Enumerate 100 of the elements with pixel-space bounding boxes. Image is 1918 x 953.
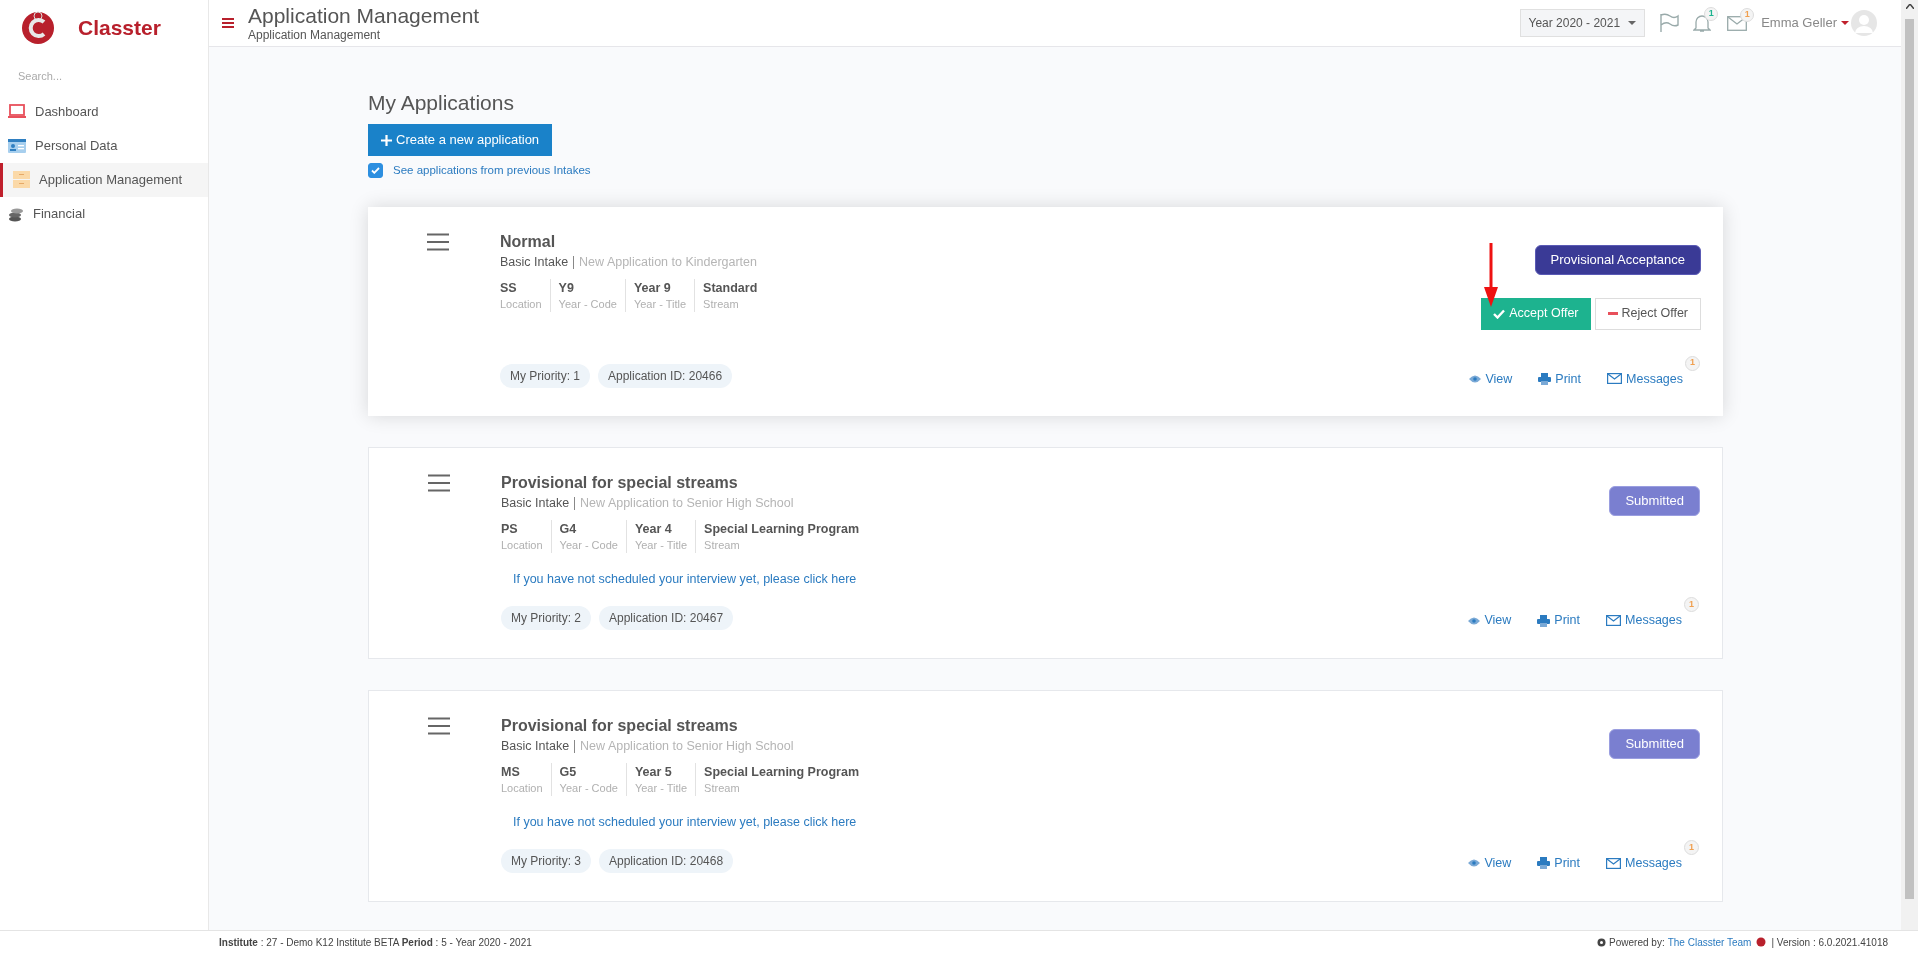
pointer-arrow — [1484, 243, 1498, 307]
search-field[interactable]: Search... — [18, 68, 188, 85]
breadcrumb: Application Management — [248, 28, 382, 42]
field-value: Special Learning Program — [704, 521, 859, 539]
application-title: Normal — [500, 232, 557, 253]
print-link[interactable]: Print — [1538, 369, 1581, 389]
create-application-button[interactable]: Create a new application — [368, 124, 553, 156]
field-value: Special Learning Program — [704, 764, 859, 781]
interview-link[interactable]: If you have not scheduled your interview yet, please click here — [513, 813, 1469, 832]
messages-count-badge: 1 — [1684, 840, 1699, 855]
field-value: G4 — [559, 521, 578, 539]
accept-offer-button[interactable]: Accept Offer — [1481, 297, 1591, 330]
check-icon — [371, 167, 380, 175]
field-label: Stream — [704, 781, 741, 796]
minus-icon — [1607, 312, 1618, 316]
status-badge: Submitted — [1609, 486, 1700, 516]
field-value: PS — [501, 521, 519, 539]
view-link[interactable]: View — [1468, 854, 1512, 873]
field-value: Year 4 — [634, 521, 673, 539]
interview-link[interactable]: If you have not scheduled your interview yet, please click here — [513, 570, 1469, 589]
application-description: New Application to Senior High School — [580, 495, 794, 513]
version-text: | Version : 6.0.2021.41018 — [1771, 935, 1888, 950]
field-label: Year - Code — [559, 781, 618, 796]
field-label: Location — [501, 538, 543, 554]
institute-info: Institute : 27 - Demo K12 Institute BETA Period : 5 - Year 2020 - 2021 — [219, 935, 532, 950]
application-description: New Application to Senior High School — [580, 738, 794, 755]
logo-text: Classter — [78, 15, 161, 42]
messages-count-badge: 1 — [1685, 355, 1700, 371]
logo-icon — [20, 10, 56, 46]
eye-icon — [1468, 616, 1481, 625]
sidebar-item[interactable]: Financial — [0, 196, 208, 231]
field-label: Year - Code — [558, 297, 617, 313]
caret-icon — [1628, 21, 1637, 25]
field-label: Location — [500, 297, 542, 313]
menu-icon[interactable] — [222, 18, 234, 28]
notification-count-badge: 1 — [1704, 7, 1719, 21]
team-link[interactable]: The Classter Team — [1667, 934, 1752, 950]
drawer-icon — [13, 171, 30, 188]
scroll-up-icon[interactable] — [1905, 4, 1914, 9]
checkbox[interactable] — [368, 163, 383, 179]
field-label: Stream — [703, 297, 740, 313]
sidebar-item[interactable]: Application Management — [0, 162, 208, 197]
printer-icon — [1537, 614, 1551, 627]
section-heading: My Applications — [368, 90, 515, 116]
eye-icon — [1468, 859, 1481, 868]
intake-name: Basic Intake — [500, 254, 569, 272]
id-card-icon — [8, 138, 26, 153]
envelope-icon[interactable] — [1727, 15, 1748, 31]
logo-icon — [1756, 937, 1767, 947]
print-link[interactable]: Print — [1537, 854, 1580, 873]
field-label: Year - Title — [634, 781, 688, 796]
application-title: Provisional for special streams — [501, 473, 739, 494]
drag-handle-icon[interactable] — [427, 717, 451, 735]
priority-tag: My Priority: 3 — [501, 848, 591, 873]
field-label: Location — [501, 781, 543, 796]
sidebar-item[interactable]: Personal Data — [0, 128, 208, 163]
application-description: New Application to Kindergarten — [579, 254, 757, 272]
reject-offer-button[interactable]: Reject Offer — [1594, 297, 1701, 330]
field-label: Year - Title — [634, 538, 688, 554]
status-badge: Provisional Acceptance — [1534, 245, 1701, 275]
field-label: Year - Code — [559, 538, 618, 554]
gear-icon — [1597, 937, 1607, 947]
view-link[interactable]: View — [1469, 369, 1513, 389]
field-value: Year 5 — [634, 764, 673, 781]
check-icon — [1493, 308, 1506, 319]
eye-icon — [1469, 374, 1482, 383]
application-title: Provisional for special streams — [501, 716, 739, 736]
laptop-icon — [8, 103, 26, 120]
field-label: Year - Title — [633, 297, 687, 313]
field-value: SS — [500, 280, 518, 298]
sidebar-item[interactable]: Dashboard — [0, 94, 208, 129]
field-value: Standard — [703, 280, 758, 298]
message-count-badge: 1 — [1740, 7, 1755, 22]
status-badge: Submitted — [1609, 729, 1700, 759]
drag-handle-icon[interactable] — [427, 474, 451, 493]
priority-tag: My Priority: 2 — [501, 606, 591, 630]
year-select[interactable]: Year 2020 - 2021 — [1519, 9, 1646, 37]
envelope-icon — [1606, 857, 1621, 869]
checkbox-label: See applications from previous Intakes — [393, 163, 591, 178]
intake-name: Basic Intake — [501, 495, 570, 513]
printer-icon — [1537, 857, 1551, 870]
scrollbar-thumb[interactable] — [1905, 19, 1914, 899]
drag-handle-icon[interactable] — [426, 233, 450, 252]
printer-icon — [1538, 372, 1552, 385]
caret-icon — [1841, 21, 1849, 25]
field-value: G5 — [559, 764, 578, 781]
plus-icon — [381, 134, 392, 146]
powered-by-text: Powered by: — [1609, 935, 1665, 950]
view-link[interactable]: View — [1468, 611, 1512, 630]
application-id-tag: Application ID: 20468 — [599, 848, 734, 873]
messages-count-badge: 1 — [1684, 597, 1699, 613]
field-value: MS — [501, 764, 521, 781]
field-value: Y9 — [558, 280, 575, 298]
envelope-icon — [1606, 615, 1621, 627]
print-link[interactable]: Print — [1537, 611, 1580, 630]
user-menu[interactable]: Emma Geller — [1761, 13, 1849, 33]
application-id-tag: Application ID: 20466 — [598, 364, 733, 389]
priority-tag: My Priority: 1 — [500, 364, 590, 389]
flag-icon[interactable] — [1659, 13, 1680, 33]
field-label: Stream — [704, 538, 741, 554]
